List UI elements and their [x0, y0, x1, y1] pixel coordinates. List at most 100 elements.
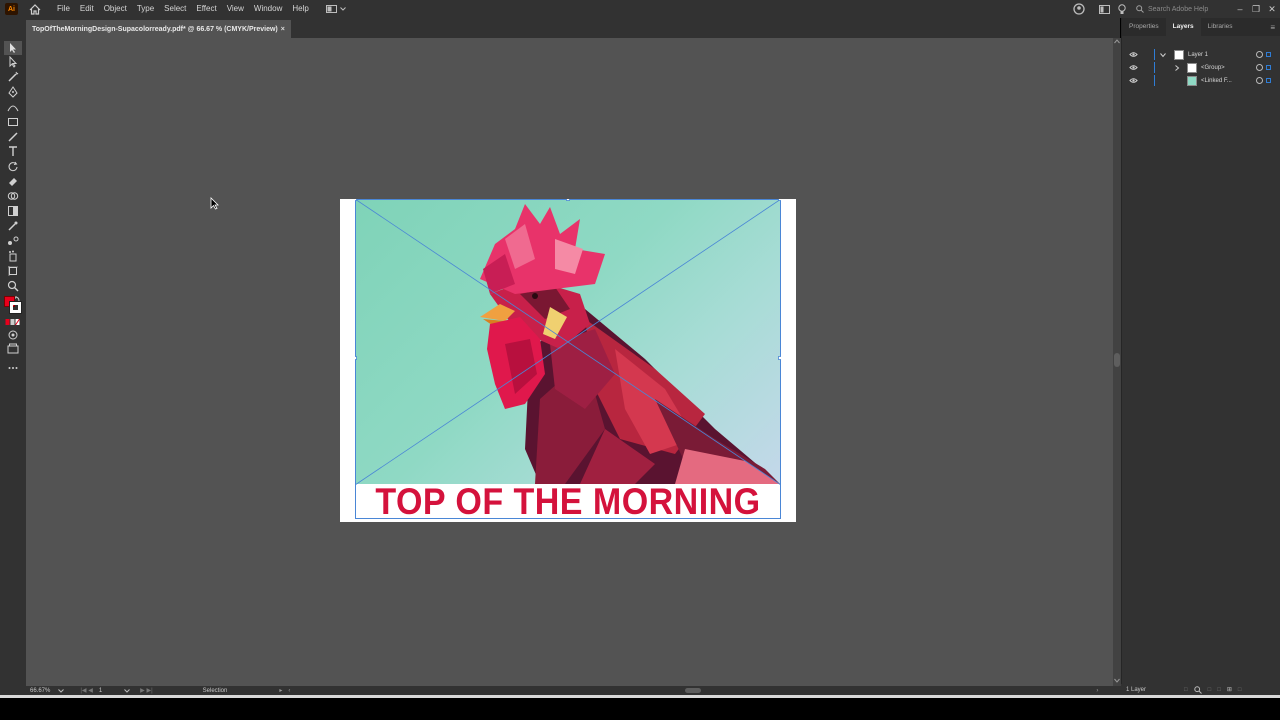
scrollbar-thumb[interactable] [1114, 353, 1120, 367]
artboard-number[interactable]: 1 [99, 688, 102, 694]
search-placeholder: Search Adobe Help [1148, 5, 1209, 13]
restore-button[interactable]: ❐ [1248, 4, 1264, 15]
arrange-documents-icon[interactable] [1099, 4, 1110, 14]
home-icon[interactable] [28, 2, 42, 16]
panel-tab-bar: Properties Layers Libraries ≡ [1122, 18, 1280, 36]
illustrator-logo: Ai [5, 3, 18, 15]
main-menu: File Edit Object Type Select Effect View… [52, 0, 314, 18]
artboard-tool-icon[interactable] [7, 265, 19, 277]
horizontal-scrollbar-thumb[interactable] [685, 688, 702, 693]
menu-select[interactable]: Select [159, 0, 191, 18]
visibility-eye-icon[interactable] [1129, 76, 1138, 85]
tab-layers[interactable]: Layers [1165, 18, 1201, 36]
zoom-tool-icon[interactable] [7, 280, 19, 292]
visibility-eye-icon[interactable] [1129, 50, 1138, 59]
direct-selection-tool-icon[interactable] [7, 56, 19, 68]
delete-layer-icon[interactable]: □ [1238, 687, 1242, 693]
artboard-chevron-down-icon[interactable] [124, 688, 131, 693]
new-layer-icon[interactable]: ⊞ [1227, 686, 1232, 693]
group-name[interactable]: <Group> [1201, 65, 1225, 71]
help-search-field[interactable]: Search Adobe Help [1136, 3, 1226, 15]
zoom-chevron-down-icon[interactable] [58, 688, 65, 693]
eyedropper-tool-icon[interactable] [7, 220, 19, 232]
target-circle-icon[interactable] [1256, 77, 1263, 84]
scroll-up-arrow-icon[interactable] [1114, 39, 1120, 44]
top-right-controls: Search Adobe Help – ❐ ✕ [1073, 0, 1280, 18]
screen-mode-icon[interactable] [7, 343, 19, 355]
selection-indicator[interactable] [1266, 65, 1271, 70]
symbol-sprayer-tool-icon[interactable] [7, 250, 19, 262]
visibility-eye-icon[interactable] [1129, 63, 1138, 72]
layer-thumbnail [1174, 49, 1184, 60]
menu-type[interactable]: Type [132, 0, 159, 18]
scroll-down-arrow-icon[interactable] [1114, 678, 1120, 683]
magic-wand-tool-icon[interactable] [7, 71, 19, 83]
tab-libraries[interactable]: Libraries [1201, 18, 1240, 36]
gradient-tool-icon[interactable] [7, 205, 19, 217]
new-sublayer-icon[interactable]: □ [1217, 687, 1221, 693]
paintbrush-tool-icon[interactable] [7, 131, 19, 143]
artboard-next-arrows[interactable]: ▶ ▶| [140, 687, 152, 694]
workspace-switcher[interactable] [325, 5, 346, 13]
menu-edit[interactable]: Edit [75, 0, 99, 18]
document-tab[interactable]: TopOfTheMorningDesign-Supacolorready.pdf… [26, 20, 291, 38]
chevron-right-icon[interactable] [1174, 64, 1180, 71]
artboard[interactable]: TOP OF THE MORNING [340, 199, 796, 522]
menu-object[interactable]: Object [99, 0, 132, 18]
headline-text[interactable]: TOP OF THE MORNING [371, 481, 765, 522]
panel-menu-icon[interactable]: ≡ [1270, 23, 1275, 32]
layer-count: 1 Layer [1126, 686, 1147, 693]
document-tab-bar: TopOfTheMorningDesign-Supacolorready.pdf… [0, 18, 1120, 38]
layer-row-linked-file[interactable]: <Linked F... [1122, 74, 1280, 87]
layer-color-bar [1154, 62, 1155, 73]
menu-effect[interactable]: Effect [191, 0, 221, 18]
pen-tool-icon[interactable] [7, 86, 19, 98]
shape-builder-tool-icon[interactable] [7, 190, 19, 202]
layer-row-layer-1[interactable]: Layer 1 [1122, 48, 1280, 61]
layers-panel: Properties Layers Libraries ≡ Layer 1 <G… [1121, 18, 1280, 686]
target-circle-icon[interactable] [1256, 51, 1263, 58]
collect-export-icon[interactable]: □ [1184, 687, 1188, 693]
blend-tool-icon[interactable] [7, 235, 19, 247]
rotate-tool-icon[interactable] [7, 160, 19, 172]
scroll-left-arrow-icon[interactable]: ‹ [288, 688, 290, 694]
make-clipping-mask-icon[interactable]: □ [1208, 687, 1212, 693]
layer-color-bar [1154, 49, 1155, 60]
layer-color-bar [1154, 75, 1155, 86]
rectangle-tool-icon[interactable] [7, 116, 19, 128]
type-tool-icon[interactable] [7, 145, 19, 157]
menu-view[interactable]: View [222, 0, 249, 18]
minimize-button[interactable]: – [1232, 4, 1248, 14]
canvas-area[interactable]: TOP OF THE MORNING [26, 38, 1113, 686]
lightbulb-icon[interactable] [1118, 3, 1126, 15]
mouse-cursor-icon [210, 197, 219, 210]
eraser-tool-icon[interactable] [7, 175, 19, 187]
selection-tool-icon[interactable] [7, 42, 19, 54]
locate-object-icon[interactable] [1193, 685, 1202, 694]
menu-file[interactable]: File [52, 0, 75, 18]
tab-properties[interactable]: Properties [1122, 18, 1166, 36]
cloud-sync-icon[interactable] [1073, 3, 1085, 15]
target-circle-icon[interactable] [1256, 64, 1263, 71]
menu-window[interactable]: Window [249, 0, 287, 18]
close-tab-icon[interactable]: × [281, 26, 285, 33]
zoom-level[interactable]: 66.67% [30, 688, 50, 694]
draw-mode-icon[interactable] [7, 329, 19, 341]
selection-indicator[interactable] [1266, 78, 1271, 83]
color-mode-icons[interactable] [5, 316, 21, 328]
menu-help[interactable]: Help [287, 0, 313, 18]
layer-name[interactable]: Layer 1 [1188, 52, 1208, 58]
rooster-artwork-image[interactable] [355, 199, 781, 484]
scroll-right-arrow-icon[interactable]: › [1096, 688, 1098, 694]
layer-row-group[interactable]: <Group> [1122, 61, 1280, 74]
curvature-tool-icon[interactable] [7, 101, 19, 113]
artboard-prev-arrows[interactable]: |◀ ◀ [80, 687, 92, 694]
linked-file-name[interactable]: <Linked F... [1201, 78, 1232, 84]
chevron-down-icon[interactable] [1160, 52, 1166, 58]
stroke-color-swatch[interactable] [9, 301, 22, 314]
vertical-scrollbar[interactable] [1113, 38, 1121, 686]
selection-indicator[interactable] [1266, 52, 1271, 57]
close-window-button[interactable]: ✕ [1264, 4, 1280, 15]
status-menu-arrow-icon[interactable]: ▸ [279, 687, 282, 694]
edit-toolbar-more-icon[interactable] [7, 362, 19, 374]
